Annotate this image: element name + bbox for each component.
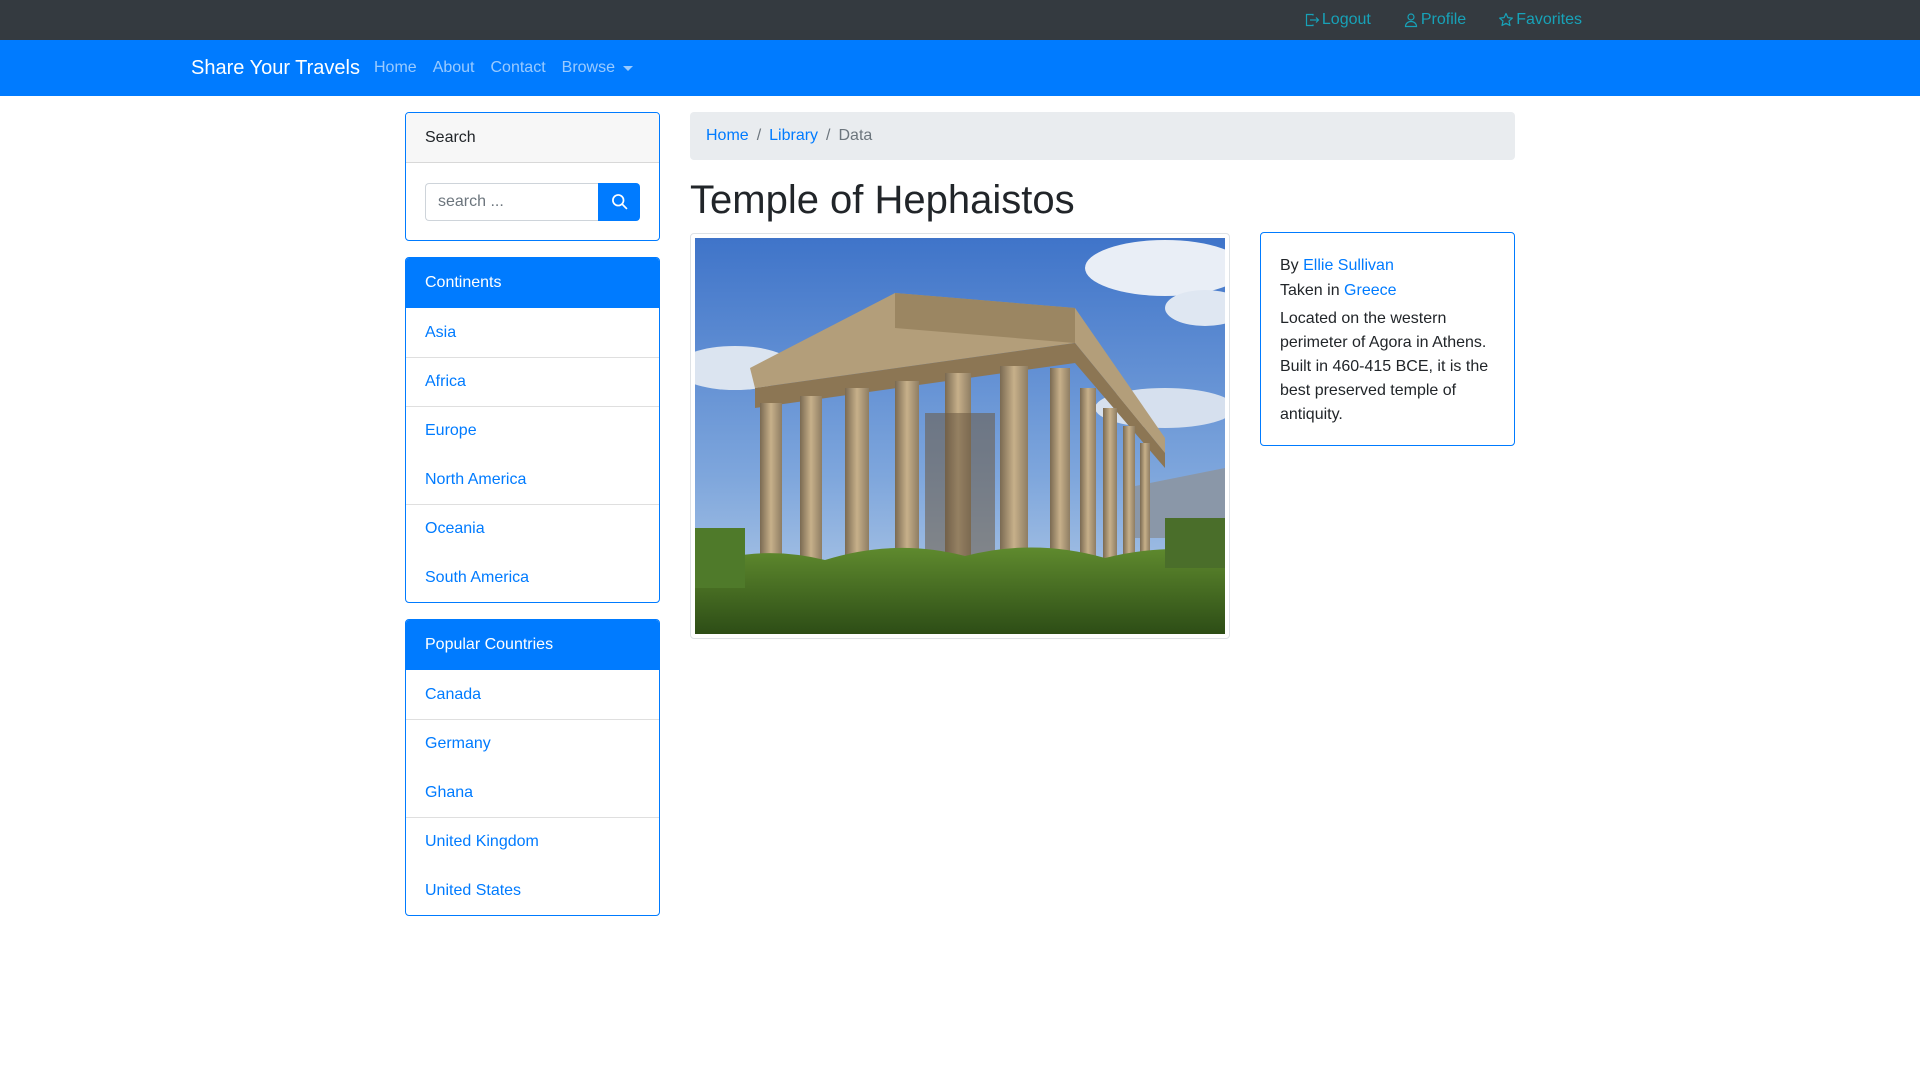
- country-link[interactable]: Greece: [1344, 282, 1396, 299]
- brand-link[interactable]: Share Your Travels: [191, 40, 360, 96]
- country-item-canada[interactable]: Canada: [406, 670, 659, 719]
- countries-title: Popular Countries: [406, 620, 659, 670]
- continent-item-asia[interactable]: Asia: [406, 308, 659, 357]
- user-links: Logout Profile Favorites: [1304, 0, 1582, 40]
- breadcrumb-library[interactable]: Library: [769, 127, 818, 145]
- nav-about[interactable]: About: [433, 59, 475, 77]
- caret-down-icon: [623, 65, 633, 71]
- country-item-united-kingdom[interactable]: United Kingdom: [406, 817, 659, 866]
- favorites-label: Favorites: [1516, 11, 1582, 28]
- star-icon: [1499, 12, 1514, 27]
- breadcrumb-current: Data: [838, 127, 873, 144]
- page-title: Temple of Hephaistos: [690, 178, 1075, 222]
- continents-card: Continents Asia Africa Europe North Amer…: [405, 257, 660, 603]
- nav-home[interactable]: Home: [374, 59, 417, 77]
- profile-link[interactable]: Profile: [1403, 11, 1466, 29]
- browse-label: Browse: [561, 59, 615, 76]
- search-card: Search: [405, 112, 660, 241]
- breadcrumb-home[interactable]: Home: [706, 127, 749, 145]
- author-link[interactable]: Ellie Sullivan: [1303, 257, 1394, 274]
- author-line: By Ellie Sullivan: [1280, 253, 1495, 278]
- search-form: [406, 163, 659, 240]
- country-item-germany[interactable]: Germany: [406, 719, 659, 768]
- main-navbar: Share Your Travels Home About Contact Br…: [0, 40, 1920, 96]
- nav-contact[interactable]: Contact: [491, 59, 546, 77]
- photo-thumbnail: [690, 233, 1230, 639]
- countries-list: Canada Germany Ghana United Kingdom Unit…: [406, 670, 659, 915]
- person-icon: [1404, 13, 1417, 28]
- photo-description: Located on the western perimeter of Agor…: [1280, 310, 1489, 423]
- continent-item-europe[interactable]: Europe: [406, 406, 659, 455]
- logout-link[interactable]: Logout: [1304, 11, 1371, 29]
- nav-browse-dropdown[interactable]: Browse: [562, 59, 633, 77]
- breadcrumb-separator: /: [826, 127, 831, 144]
- continents-list: Asia Africa Europe North America Oceania…: [406, 308, 659, 602]
- breadcrumb: Home / Library / Data: [690, 112, 1515, 160]
- continent-item-oceania[interactable]: Oceania: [406, 504, 659, 553]
- sidebar: Search Continents Asia Africa Europe Nor…: [405, 112, 660, 932]
- nav-links: Home About Contact Browse: [374, 40, 633, 96]
- continents-title: Continents: [406, 258, 659, 308]
- top-utility-bar: Logout Profile Favorites: [0, 0, 1920, 40]
- country-item-ghana[interactable]: Ghana: [406, 768, 659, 817]
- logout-icon: [1305, 13, 1320, 27]
- continent-item-north-america[interactable]: North America: [406, 455, 659, 504]
- location-line: Taken in Greece: [1280, 278, 1495, 303]
- profile-label: Profile: [1420, 11, 1467, 28]
- photo-details-card: By Ellie Sullivan Taken in Greece Locate…: [1260, 232, 1515, 446]
- country-item-united-states[interactable]: United States: [406, 866, 659, 915]
- continent-item-south-america[interactable]: South America: [406, 553, 659, 602]
- taken-label: Taken in: [1280, 282, 1340, 299]
- breadcrumb-separator: /: [756, 127, 762, 144]
- continent-item-africa[interactable]: Africa: [406, 357, 659, 406]
- countries-card: Popular Countries Canada Germany Ghana U…: [405, 619, 660, 916]
- favorites-link[interactable]: Favorites: [1498, 11, 1582, 29]
- logout-label: Logout: [1321, 11, 1371, 28]
- temple-photo: [695, 238, 1225, 634]
- search-button[interactable]: [598, 182, 640, 221]
- search-icon: [611, 194, 628, 210]
- search-input[interactable]: [425, 182, 598, 221]
- by-label: By: [1280, 257, 1299, 274]
- search-card-title: Search: [406, 113, 659, 163]
